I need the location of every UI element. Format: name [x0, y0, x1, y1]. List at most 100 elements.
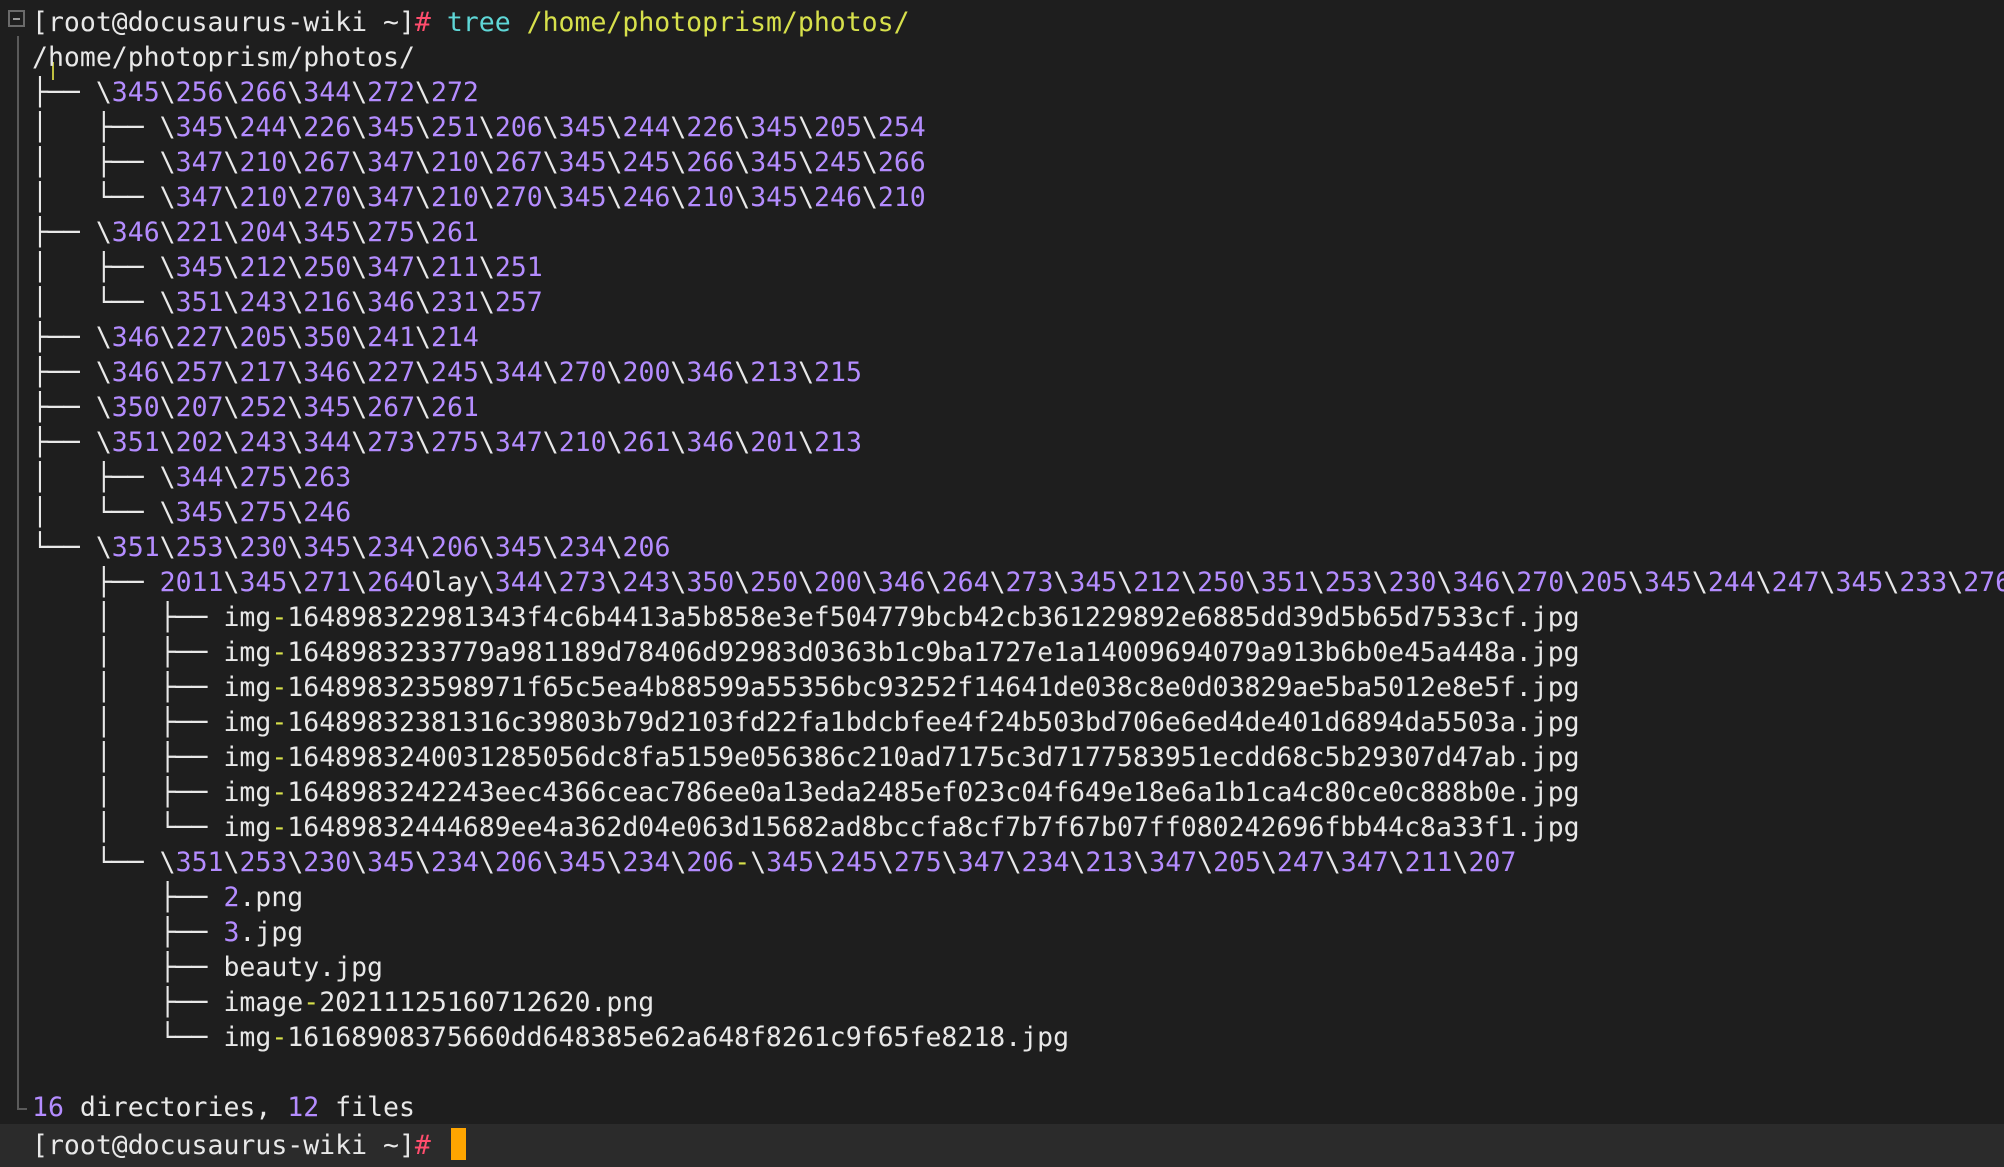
fold-gutter-line [17, 36, 19, 1110]
tree-entry-name: \351\243\216\346\231\257 [159, 287, 543, 318]
tree-root-dir: /home/photoprism/photos/ [32, 42, 415, 73]
tree-entry: │ ├── img-164898323598971f65c5ea4b88599a… [32, 670, 2000, 705]
tree-entry-name: \351\202\243\344\273\275\347\210\261\346… [95, 427, 862, 458]
tree-entry-name: \351\253\230\345\234\206\345\234\206-\34… [159, 847, 1517, 878]
tree-entry: ├── \351\202\243\344\273\275\347\210\261… [32, 425, 2000, 460]
tree-entry-name: \345\256\266\344\272\272 [95, 77, 479, 108]
tree-entry-name: img-1648983240031285056dc8fa5159e056386c… [223, 742, 1580, 773]
file-label: files [319, 1092, 415, 1123]
tree-entry-name: img-164898323598971f65c5ea4b88599a55356b… [223, 672, 1580, 703]
tree-branch: │ └── [32, 182, 160, 213]
tree-summary: 16 directories, 12 files [32, 1090, 2000, 1125]
tree-entry: │ └── img-16489832444689ee4a362d04e063d1… [32, 810, 2000, 845]
file-count: 12 [287, 1092, 320, 1123]
tree-branch: │ ├── [32, 462, 160, 493]
tree-entry-name: img-1648983242243eec4366ceac786ee0a13eda… [223, 777, 1580, 808]
tree-entry-name: 2011\345\271\264Olay\344\273\243\350\250… [159, 567, 2004, 598]
terminal-cursor-icon[interactable] [450, 1128, 466, 1160]
tree-entry: │ ├── \347\210\267\347\210\267\345\245\2… [32, 145, 2000, 180]
tree-branch: │ ├── [32, 637, 224, 668]
tree-branch: ├── [32, 882, 224, 913]
tree-entry-name: \347\210\270\347\210\270\345\246\210\345… [159, 182, 926, 213]
tree-branch: │ ├── [32, 742, 224, 773]
tree-entry: ├── \345\256\266\344\272\272 [32, 75, 2000, 110]
tree-entry-name: \350\207\252\345\267\261 [95, 392, 479, 423]
tree-branch: ├── [32, 322, 96, 353]
tree-listing: ├── \345\256\266\344\272\272 │ ├── \345\2… [32, 75, 2004, 1055]
tree-entry: │ └── \347\210\270\347\210\270\345\246\2… [32, 180, 2000, 215]
command-name: tree [446, 7, 511, 38]
tree-branch: ├── [32, 952, 224, 983]
tree-entry-name: img-16168908375660dd648385e62a648f8261c9… [223, 1022, 1070, 1053]
tree-entry-name: 2.png [223, 882, 304, 913]
tree-branch: │ └── [32, 497, 160, 528]
tree-entry: │ └── \351\243\216\346\231\257 [32, 285, 2000, 320]
tree-branch: ├── [32, 357, 96, 388]
tree-entry: │ └── \345\275\246 [32, 495, 2000, 530]
terminal-output: [root@docusaurus-wiki ~]# tree /home/pho… [32, 5, 2004, 1125]
tree-entry-name: \346\221\204\345\275\261 [95, 217, 479, 248]
tree-branch: ├── [32, 392, 96, 423]
tree-entry: ├── \346\221\204\345\275\261 [32, 215, 2000, 250]
tree-entry: ├── \346\227\205\350\241\214 [32, 320, 2000, 355]
tree-branch: ├── [32, 77, 96, 108]
tree-entry: │ ├── \345\244\226\345\251\206\345\244\2… [32, 110, 2000, 145]
tree-entry: │ ├── img-1648983242243eec4366ceac786ee0… [32, 775, 2000, 810]
tree-branch: │ ├── [32, 777, 224, 808]
tree-entry-name: \346\227\205\350\241\214 [95, 322, 479, 353]
directory-label: directories, [63, 1092, 288, 1123]
command-line: [root@docusaurus-wiki ~]# tree /home/pho… [32, 5, 2000, 40]
tree-branch: │ └── [32, 812, 224, 843]
tree-entry: ├── beauty.jpg [32, 950, 2000, 985]
tree-branch: ├── [32, 427, 96, 458]
tree-entry-name: img-16489832381316c39803b79d2103fd22fa1b… [223, 707, 1580, 738]
fold-collapse-icon[interactable] [8, 10, 25, 27]
tree-branch: │ └── [32, 287, 160, 318]
tree-entry-name: image-20211125160712620.png [223, 987, 655, 1018]
tree-entry-name: beauty.jpg [223, 952, 383, 983]
tree-entry: │ ├── \345\212\250\347\211\251 [32, 250, 2000, 285]
tree-entry-name: 3.jpg [223, 917, 304, 948]
tree-branch: │ ├── [32, 112, 160, 143]
tree-branch: │ ├── [32, 147, 160, 178]
directory-count: 16 [32, 1092, 64, 1123]
active-prompt[interactable]: [root@docusaurus-wiki ~]# [32, 1128, 466, 1163]
prompt-symbol: # [414, 7, 431, 38]
fold-gutter-end [17, 1108, 27, 1110]
tree-entry: │ ├── img-1648983240031285056dc8fa5159e0… [32, 740, 2000, 775]
tree-entry: │ ├── img-16489832381316c39803b79d2103fd… [32, 705, 2000, 740]
tree-branch: └── [32, 1022, 224, 1053]
tree-branch: │ ├── [32, 602, 224, 633]
tree-entry: ├── \350\207\252\345\267\261 [32, 390, 2000, 425]
tree-entry-name: \345\212\250\347\211\251 [159, 252, 543, 283]
shell-prompt: [root@docusaurus-wiki ~] [32, 1130, 415, 1161]
tree-branch: ├── [32, 567, 160, 598]
tree-entry: ├── image-20211125160712620.png [32, 985, 2000, 1020]
tree-branch: └── [32, 532, 96, 563]
command-argument: /home/photoprism/photos/ [526, 7, 910, 38]
tree-entry: │ ├── \344\275\263 [32, 460, 2000, 495]
tree-entry-name: \344\275\263 [159, 462, 352, 493]
tree-entry-name: \345\244\226\345\251\206\345\244\226\345… [159, 112, 926, 143]
tree-branch: ├── [32, 917, 224, 948]
tree-branch: │ ├── [32, 252, 160, 283]
tree-entry-name: img-1648983233779a981189d78406d92983d036… [223, 637, 1580, 668]
tree-branch: │ ├── [32, 672, 224, 703]
shell-prompt: [root@docusaurus-wiki ~] [32, 7, 415, 38]
tree-entry-name: \345\275\246 [159, 497, 352, 528]
tree-branch: ├── [32, 987, 224, 1018]
tree-branch: │ ├── [32, 707, 224, 738]
tree-entry-name: img-164898322981343f4c6b4413a5b858e3ef50… [223, 602, 1580, 633]
tree-branch: ├── [32, 217, 96, 248]
tree-entry: └── img-16168908375660dd648385e62a648f82… [32, 1020, 2000, 1055]
prompt-symbol: # [414, 1130, 447, 1161]
tree-entry: ├── \346\257\217\346\227\245\344\270\200… [32, 355, 2000, 390]
tree-entry: ├── 2011\345\271\264Olay\344\273\243\350… [32, 565, 2004, 600]
tree-entry: ├── 3.jpg [32, 915, 2000, 950]
tree-entry: │ ├── img-164898322981343f4c6b4413a5b858… [32, 600, 2000, 635]
tree-entry: └── \351\253\230\345\234\206\345\234\206… [32, 845, 2000, 880]
tree-entry-name: \351\253\230\345\234\206\345\234\206 [95, 532, 671, 563]
tree-entry-name: \347\210\267\347\210\267\345\245\266\345… [159, 147, 926, 178]
tree-entry: ├── 2.png [32, 880, 2000, 915]
